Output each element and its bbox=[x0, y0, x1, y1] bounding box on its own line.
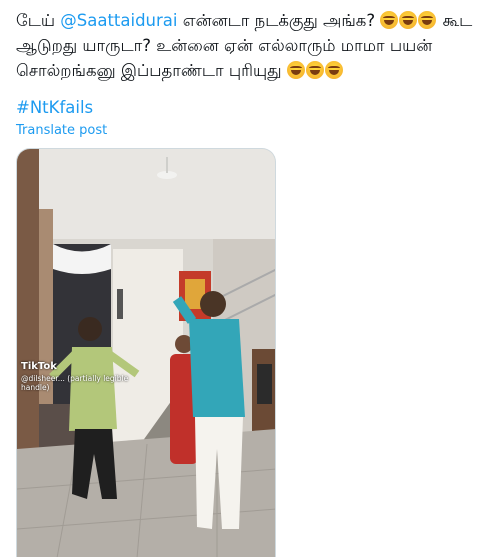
laughing-emoji-icon bbox=[418, 11, 437, 29]
video-media[interactable]: TikTok @dilsheer... (partially legible h… bbox=[16, 148, 276, 557]
tiktok-watermark: TikTok @dilsheer... (partially legible h… bbox=[21, 361, 131, 392]
laughing-emoji-icon bbox=[286, 61, 305, 79]
translate-post-link[interactable]: Translate post bbox=[16, 122, 107, 140]
laughing-emoji-icon bbox=[324, 61, 343, 79]
tweet-text-prefix: டேய் bbox=[16, 11, 61, 30]
laughing-emoji-icon bbox=[305, 61, 324, 79]
tiktok-username: @dilsheer... (partially legible handle) bbox=[21, 374, 129, 392]
tweet-text: டேய் @Saattaidurai என்னடா நடக்குது அங்க?… bbox=[16, 8, 486, 83]
video-frame bbox=[17, 149, 275, 557]
laughing-emoji-icon bbox=[399, 11, 418, 29]
tweet-text-part1: என்னடா நடக்குது அங்க? bbox=[177, 11, 381, 30]
hashtag-link[interactable]: #NtKfails bbox=[16, 96, 93, 120]
tiktok-logo: TikTok bbox=[21, 361, 57, 372]
mention-link[interactable]: @Saattaidurai bbox=[60, 11, 177, 30]
laughing-emoji-icon bbox=[380, 11, 399, 29]
